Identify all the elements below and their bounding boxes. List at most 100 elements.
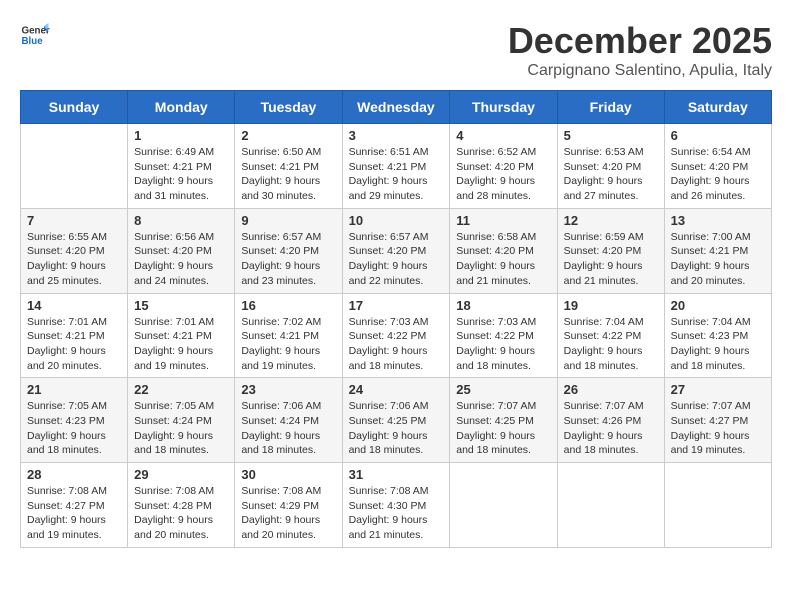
table-row: 6 Sunrise: 6:54 AMSunset: 4:20 PMDayligh… xyxy=(664,124,771,209)
col-thursday: Thursday xyxy=(450,91,557,124)
calendar-week-row: 21 Sunrise: 7:05 AMSunset: 4:23 PMDaylig… xyxy=(21,378,772,463)
table-row: 15 Sunrise: 7:01 AMSunset: 4:21 PMDaylig… xyxy=(128,293,235,378)
day-number: 9 xyxy=(241,213,335,228)
table-row: 3 Sunrise: 6:51 AMSunset: 4:21 PMDayligh… xyxy=(342,124,450,209)
day-number: 21 xyxy=(27,382,121,397)
day-number: 16 xyxy=(241,298,335,313)
day-info: Sunrise: 7:07 AMSunset: 4:26 PMDaylight:… xyxy=(564,399,658,458)
day-info: Sunrise: 7:08 AMSunset: 4:27 PMDaylight:… xyxy=(27,484,121,543)
day-info: Sunrise: 7:04 AMSunset: 4:23 PMDaylight:… xyxy=(671,315,765,374)
calendar-header-row: Sunday Monday Tuesday Wednesday Thursday… xyxy=(21,91,772,124)
day-number: 13 xyxy=(671,213,765,228)
day-info: Sunrise: 7:02 AMSunset: 4:21 PMDaylight:… xyxy=(241,315,335,374)
col-saturday: Saturday xyxy=(664,91,771,124)
month-title: December 2025 xyxy=(508,20,772,62)
table-row: 28 Sunrise: 7:08 AMSunset: 4:27 PMDaylig… xyxy=(21,463,128,548)
table-row: 25 Sunrise: 7:07 AMSunset: 4:25 PMDaylig… xyxy=(450,378,557,463)
table-row: 10 Sunrise: 6:57 AMSunset: 4:20 PMDaylig… xyxy=(342,208,450,293)
day-info: Sunrise: 7:01 AMSunset: 4:21 PMDaylight:… xyxy=(134,315,228,374)
col-tuesday: Tuesday xyxy=(235,91,342,124)
table-row: 30 Sunrise: 7:08 AMSunset: 4:29 PMDaylig… xyxy=(235,463,342,548)
day-info: Sunrise: 6:52 AMSunset: 4:20 PMDaylight:… xyxy=(456,145,550,204)
day-info: Sunrise: 7:05 AMSunset: 4:24 PMDaylight:… xyxy=(134,399,228,458)
day-info: Sunrise: 6:58 AMSunset: 4:20 PMDaylight:… xyxy=(456,230,550,289)
day-info: Sunrise: 7:01 AMSunset: 4:21 PMDaylight:… xyxy=(27,315,121,374)
day-number: 27 xyxy=(671,382,765,397)
col-wednesday: Wednesday xyxy=(342,91,450,124)
day-number: 11 xyxy=(456,213,550,228)
col-monday: Monday xyxy=(128,91,235,124)
table-row: 27 Sunrise: 7:07 AMSunset: 4:27 PMDaylig… xyxy=(664,378,771,463)
table-row: 19 Sunrise: 7:04 AMSunset: 4:22 PMDaylig… xyxy=(557,293,664,378)
day-number: 22 xyxy=(134,382,228,397)
day-info: Sunrise: 6:55 AMSunset: 4:20 PMDaylight:… xyxy=(27,230,121,289)
day-number: 10 xyxy=(349,213,444,228)
day-number: 30 xyxy=(241,467,335,482)
day-number: 3 xyxy=(349,128,444,143)
day-number: 14 xyxy=(27,298,121,313)
day-info: Sunrise: 6:50 AMSunset: 4:21 PMDaylight:… xyxy=(241,145,335,204)
day-info: Sunrise: 7:06 AMSunset: 4:25 PMDaylight:… xyxy=(349,399,444,458)
calendar-week-row: 14 Sunrise: 7:01 AMSunset: 4:21 PMDaylig… xyxy=(21,293,772,378)
day-info: Sunrise: 7:07 AMSunset: 4:27 PMDaylight:… xyxy=(671,399,765,458)
logo: General Blue xyxy=(20,20,50,50)
day-number: 18 xyxy=(456,298,550,313)
page-header: General Blue December 2025 Carpignano Sa… xyxy=(20,20,772,80)
day-info: Sunrise: 6:54 AMSunset: 4:20 PMDaylight:… xyxy=(671,145,765,204)
table-row: 29 Sunrise: 7:08 AMSunset: 4:28 PMDaylig… xyxy=(128,463,235,548)
table-row: 8 Sunrise: 6:56 AMSunset: 4:20 PMDayligh… xyxy=(128,208,235,293)
day-info: Sunrise: 7:04 AMSunset: 4:22 PMDaylight:… xyxy=(564,315,658,374)
day-number: 7 xyxy=(27,213,121,228)
day-info: Sunrise: 6:53 AMSunset: 4:20 PMDaylight:… xyxy=(564,145,658,204)
day-info: Sunrise: 7:03 AMSunset: 4:22 PMDaylight:… xyxy=(456,315,550,374)
table-row xyxy=(450,463,557,548)
table-row: 22 Sunrise: 7:05 AMSunset: 4:24 PMDaylig… xyxy=(128,378,235,463)
day-number: 25 xyxy=(456,382,550,397)
day-info: Sunrise: 7:08 AMSunset: 4:30 PMDaylight:… xyxy=(349,484,444,543)
table-row: 7 Sunrise: 6:55 AMSunset: 4:20 PMDayligh… xyxy=(21,208,128,293)
day-number: 19 xyxy=(564,298,658,313)
day-number: 29 xyxy=(134,467,228,482)
table-row: 20 Sunrise: 7:04 AMSunset: 4:23 PMDaylig… xyxy=(664,293,771,378)
day-number: 12 xyxy=(564,213,658,228)
table-row: 18 Sunrise: 7:03 AMSunset: 4:22 PMDaylig… xyxy=(450,293,557,378)
day-number: 24 xyxy=(349,382,444,397)
day-number: 6 xyxy=(671,128,765,143)
day-info: Sunrise: 7:06 AMSunset: 4:24 PMDaylight:… xyxy=(241,399,335,458)
table-row xyxy=(557,463,664,548)
table-row: 31 Sunrise: 7:08 AMSunset: 4:30 PMDaylig… xyxy=(342,463,450,548)
calendar-week-row: 1 Sunrise: 6:49 AMSunset: 4:21 PMDayligh… xyxy=(21,124,772,209)
logo-icon: General Blue xyxy=(20,20,50,50)
day-info: Sunrise: 7:08 AMSunset: 4:29 PMDaylight:… xyxy=(241,484,335,543)
table-row: 1 Sunrise: 6:49 AMSunset: 4:21 PMDayligh… xyxy=(128,124,235,209)
day-info: Sunrise: 7:05 AMSunset: 4:23 PMDaylight:… xyxy=(27,399,121,458)
table-row: 11 Sunrise: 6:58 AMSunset: 4:20 PMDaylig… xyxy=(450,208,557,293)
day-info: Sunrise: 6:57 AMSunset: 4:20 PMDaylight:… xyxy=(349,230,444,289)
title-area: December 2025 Carpignano Salentino, Apul… xyxy=(508,20,772,80)
day-info: Sunrise: 7:03 AMSunset: 4:22 PMDaylight:… xyxy=(349,315,444,374)
table-row: 9 Sunrise: 6:57 AMSunset: 4:20 PMDayligh… xyxy=(235,208,342,293)
calendar-table: Sunday Monday Tuesday Wednesday Thursday… xyxy=(20,90,772,548)
day-number: 23 xyxy=(241,382,335,397)
day-info: Sunrise: 6:56 AMSunset: 4:20 PMDaylight:… xyxy=(134,230,228,289)
table-row: 13 Sunrise: 7:00 AMSunset: 4:21 PMDaylig… xyxy=(664,208,771,293)
day-info: Sunrise: 7:08 AMSunset: 4:28 PMDaylight:… xyxy=(134,484,228,543)
table-row: 2 Sunrise: 6:50 AMSunset: 4:21 PMDayligh… xyxy=(235,124,342,209)
day-info: Sunrise: 7:00 AMSunset: 4:21 PMDaylight:… xyxy=(671,230,765,289)
calendar-week-row: 7 Sunrise: 6:55 AMSunset: 4:20 PMDayligh… xyxy=(21,208,772,293)
day-number: 4 xyxy=(456,128,550,143)
col-sunday: Sunday xyxy=(21,91,128,124)
day-number: 15 xyxy=(134,298,228,313)
table-row: 24 Sunrise: 7:06 AMSunset: 4:25 PMDaylig… xyxy=(342,378,450,463)
day-number: 20 xyxy=(671,298,765,313)
location-title: Carpignano Salentino, Apulia, Italy xyxy=(508,62,772,80)
table-row xyxy=(21,124,128,209)
svg-text:Blue: Blue xyxy=(22,36,44,47)
day-number: 2 xyxy=(241,128,335,143)
day-info: Sunrise: 7:07 AMSunset: 4:25 PMDaylight:… xyxy=(456,399,550,458)
day-number: 1 xyxy=(134,128,228,143)
day-info: Sunrise: 6:57 AMSunset: 4:20 PMDaylight:… xyxy=(241,230,335,289)
day-number: 17 xyxy=(349,298,444,313)
table-row: 14 Sunrise: 7:01 AMSunset: 4:21 PMDaylig… xyxy=(21,293,128,378)
day-info: Sunrise: 6:59 AMSunset: 4:20 PMDaylight:… xyxy=(564,230,658,289)
